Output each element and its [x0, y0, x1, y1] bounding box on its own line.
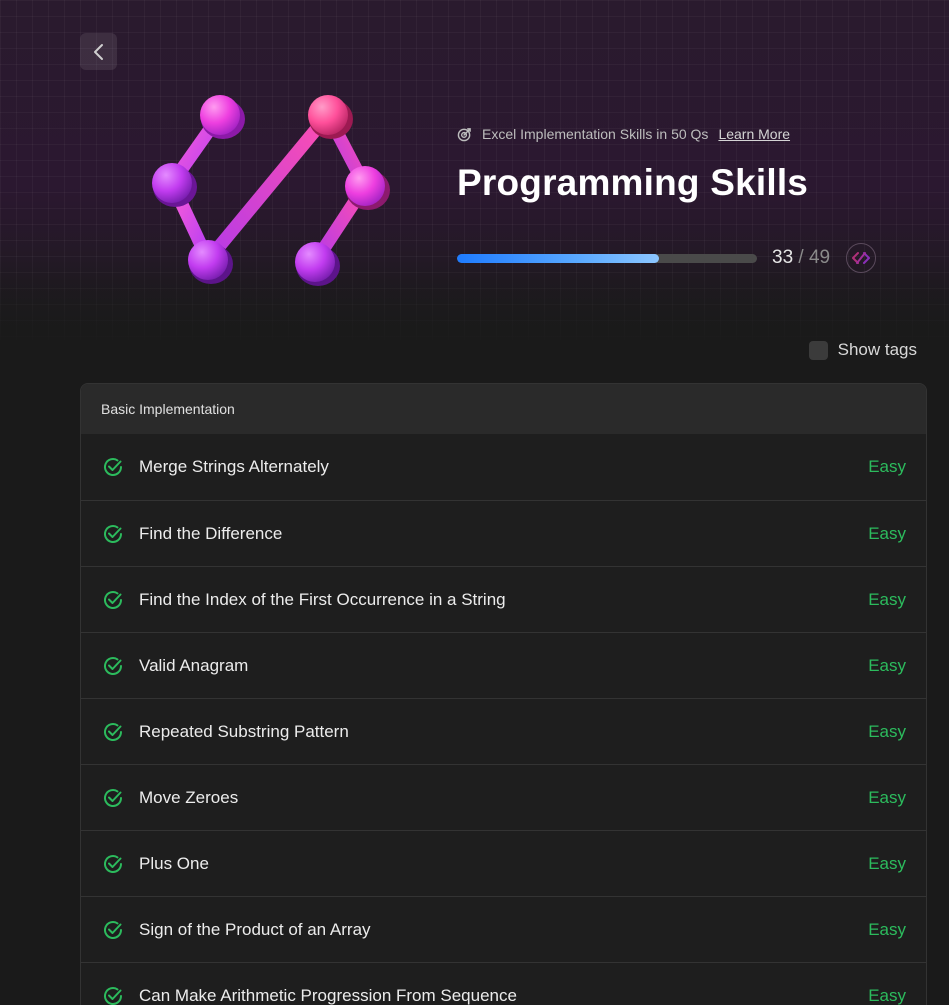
chevron-left-icon — [92, 43, 106, 61]
progress-bar — [457, 253, 757, 263]
progress-completed: 33 — [772, 247, 794, 268]
difficulty-label: Easy — [868, 721, 906, 741]
check-circle-icon — [102, 523, 124, 545]
check-circle-icon — [102, 456, 124, 478]
problem-row[interactable]: Find the Index of the First Occurrence i… — [81, 566, 926, 632]
difficulty-label: Easy — [868, 655, 906, 675]
difficulty-label: Easy — [868, 523, 906, 543]
difficulty-label: Easy — [868, 787, 906, 807]
check-circle-icon — [102, 985, 124, 1005]
problem-row[interactable]: Move Zeroes Easy — [81, 764, 926, 830]
problem-row[interactable]: Valid Anagram Easy — [81, 632, 926, 698]
problem-row[interactable]: Merge Strings Alternately Easy — [81, 434, 926, 500]
progress-total: 49 — [808, 247, 831, 268]
show-tags-toggle[interactable]: Show tags — [808, 340, 917, 360]
difficulty-label: Easy — [868, 589, 906, 609]
problem-name[interactable]: Valid Anagram — [139, 656, 868, 676]
problem-name[interactable]: Find the Index of the First Occurrence i… — [139, 590, 868, 610]
check-circle-icon — [102, 787, 124, 809]
progress-separator: / — [798, 247, 804, 268]
skill-subtitle: Excel Implementation Skills in 50 Qs — [482, 126, 709, 142]
check-circle-icon — [102, 919, 124, 941]
section-header: Basic Implementation — [81, 384, 926, 434]
problem-row[interactable]: Find the Difference Easy — [81, 500, 926, 566]
skill-logo — [145, 90, 395, 290]
difficulty-label: Easy — [868, 457, 906, 476]
check-circle-icon — [102, 853, 124, 875]
check-circle-icon — [102, 589, 124, 611]
problem-row[interactable]: Plus One Easy — [81, 830, 926, 896]
show-tags-label: Show tags — [837, 340, 917, 359]
progress-row: 33 / 49 — [457, 242, 877, 274]
problem-name[interactable]: Sign of the Product of an Array — [139, 920, 868, 940]
problem-row[interactable]: Sign of the Product of an Array Easy — [81, 896, 926, 962]
check-circle-icon — [102, 721, 124, 743]
problem-name[interactable]: Repeated Substring Pattern — [139, 722, 868, 742]
problem-list: Merge Strings Alternately Easy Find the Di… — [81, 434, 926, 1005]
target-icon — [457, 127, 472, 142]
check-circle-icon — [102, 655, 124, 677]
back-button[interactable] — [80, 33, 117, 70]
code-badge-icon — [846, 243, 877, 273]
show-tags-checkbox[interactable] — [808, 340, 828, 360]
problem-row[interactable]: Can Make Arithmetic Progression From Seq… — [81, 962, 926, 1005]
problem-name[interactable]: Can Make Arithmetic Progression From Seq… — [139, 986, 868, 1005]
progress-fill — [457, 253, 659, 263]
problem-row[interactable]: Repeated Substring Pattern Easy — [81, 698, 926, 764]
difficulty-label: Easy — [868, 853, 906, 873]
progress-count: 33 / 49 — [772, 247, 830, 269]
difficulty-label: Easy — [868, 985, 906, 1005]
problem-name[interactable]: Merge Strings Alternately — [139, 457, 868, 477]
difficulty-label: Easy — [868, 919, 906, 939]
skill-info: Excel Implementation Skills in 50 Qs Lea… — [457, 124, 927, 273]
subtitle-row: Excel Implementation Skills in 50 Qs Lea… — [457, 124, 927, 144]
problem-name[interactable]: Plus One — [139, 854, 868, 874]
page-title: Programming Skills — [457, 162, 809, 203]
learn-more-link[interactable]: Learn More — [718, 126, 790, 142]
problem-list-card: Basic Implementation Merge Strings Alter… — [80, 383, 927, 1005]
problem-name[interactable]: Move Zeroes — [139, 788, 868, 808]
problem-name[interactable]: Find the Difference — [139, 524, 868, 544]
section-title: Basic Implementation — [101, 401, 235, 417]
